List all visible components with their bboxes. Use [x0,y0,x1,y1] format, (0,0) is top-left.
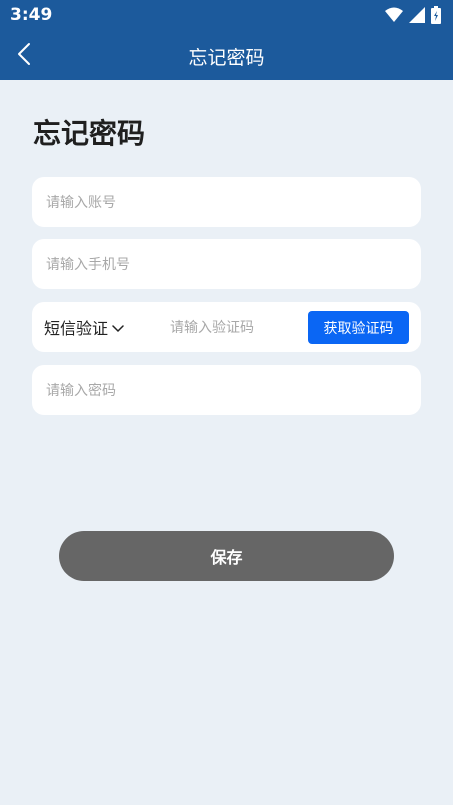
phone-field-container [32,239,421,291]
code-field-container: 短信验证 获取验证码 [32,302,421,354]
chevron-down-icon [112,318,124,337]
status-icons [385,6,441,24]
code-input[interactable] [168,302,306,354]
get-code-button[interactable]: 获取验证码 [308,311,409,344]
save-button[interactable]: 保存 [59,531,394,581]
nav-title: 忘记密码 [188,47,265,69]
password-field-container [32,365,421,417]
account-field-container [32,177,421,229]
status-bar: 3:49 [0,0,453,30]
verify-method-select[interactable]: 短信验证 [44,302,124,352]
wifi-icon [385,7,403,23]
phone-input[interactable] [44,239,408,291]
title-bar: 忘记密码 [0,30,453,80]
signal-icon [409,7,425,23]
password-input[interactable] [44,365,408,417]
status-time: 3:49 [10,5,53,25]
verify-method-label: 短信验证 [44,319,109,338]
account-input[interactable] [44,177,408,229]
battery-icon [431,6,441,24]
page-title: 忘记密码 [33,117,146,150]
